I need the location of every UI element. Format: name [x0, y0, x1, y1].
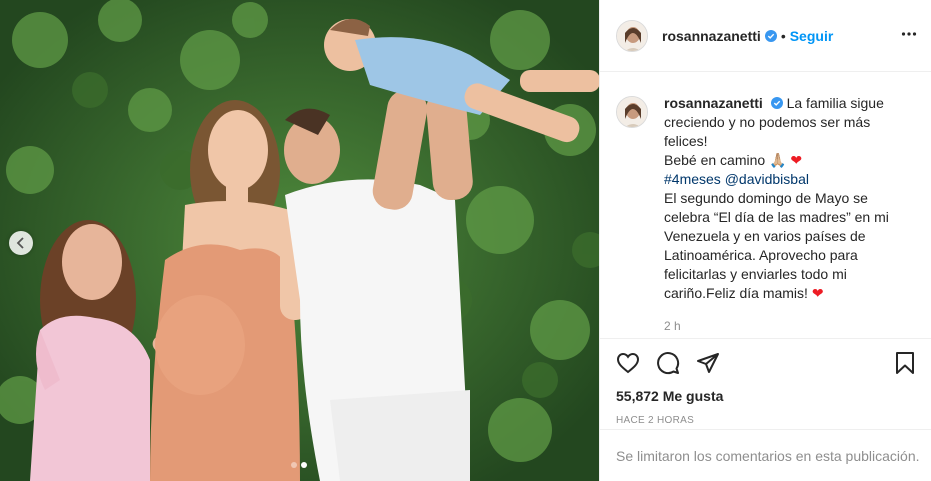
caption-body: rosannazanetti La familia sigue creciend…	[664, 94, 908, 338]
bookmark-icon[interactable]	[893, 351, 917, 375]
caption-line2: Bebé en camino 🙏🏼 ❤	[664, 151, 908, 170]
post-timestamp[interactable]: HACE 2 HORAS	[616, 415, 915, 426]
caption-paragraph: El segundo domingo de Mayo se celebra “E…	[664, 189, 908, 303]
avatar[interactable]	[616, 19, 648, 52]
caption-line2-text: Bebé en camino	[664, 152, 766, 168]
instagram-post: rosannazanetti • Seguir rosannazanetti L…	[0, 0, 931, 481]
post-side-panel: rosannazanetti • Seguir rosannazanetti L…	[599, 0, 931, 481]
separator-dot: •	[780, 27, 786, 44]
family-photo	[0, 0, 599, 481]
heart-emoji-icon: ❤	[811, 285, 824, 301]
profile-picture	[617, 97, 647, 127]
post-caption: rosannazanetti La familia sigue creciend…	[600, 72, 931, 338]
username[interactable]: rosannazanetti	[662, 28, 761, 44]
avatar[interactable]	[616, 96, 648, 128]
verified-badge-icon	[764, 29, 777, 42]
likes-count[interactable]: 55,872 Me gusta	[616, 388, 915, 404]
carousel-dot	[291, 462, 297, 468]
more-options-icon[interactable]	[901, 26, 917, 42]
carousel-prev-button[interactable]	[9, 231, 33, 255]
comment-bubble-icon[interactable]	[656, 351, 680, 375]
hashtag-link[interactable]: #4meses	[664, 171, 721, 187]
chevron-left-icon	[16, 237, 24, 249]
mention-link[interactable]: @davidbisbal	[725, 171, 809, 187]
caption-tags: #4meses @davidbisbal	[664, 170, 908, 189]
verified-badge-icon	[770, 97, 783, 109]
carousel-dot-active	[301, 462, 307, 468]
post-photo[interactable]	[0, 0, 599, 481]
comments-disabled-notice: Se limitaron los comentarios en esta pub…	[600, 429, 931, 481]
caption-text: rosannazanetti La familia sigue creciend…	[664, 94, 908, 151]
carousel-indicator	[291, 462, 307, 468]
paper-plane-icon[interactable]	[696, 351, 720, 375]
pray-emoji-icon: 🙏🏼	[769, 152, 787, 168]
action-bar	[616, 350, 915, 376]
heart-outline-icon[interactable]	[616, 351, 640, 375]
heart-emoji-icon: ❤	[790, 152, 803, 168]
profile-picture	[617, 20, 647, 51]
post-header: rosannazanetti • Seguir	[600, 0, 931, 72]
follow-button[interactable]: Seguir	[790, 28, 834, 44]
caption-username[interactable]: rosannazanetti	[664, 95, 763, 111]
caption-body-text: El segundo domingo de Mayo se celebra “E…	[664, 190, 889, 301]
caption-timestamp[interactable]: 2 h	[664, 317, 908, 336]
